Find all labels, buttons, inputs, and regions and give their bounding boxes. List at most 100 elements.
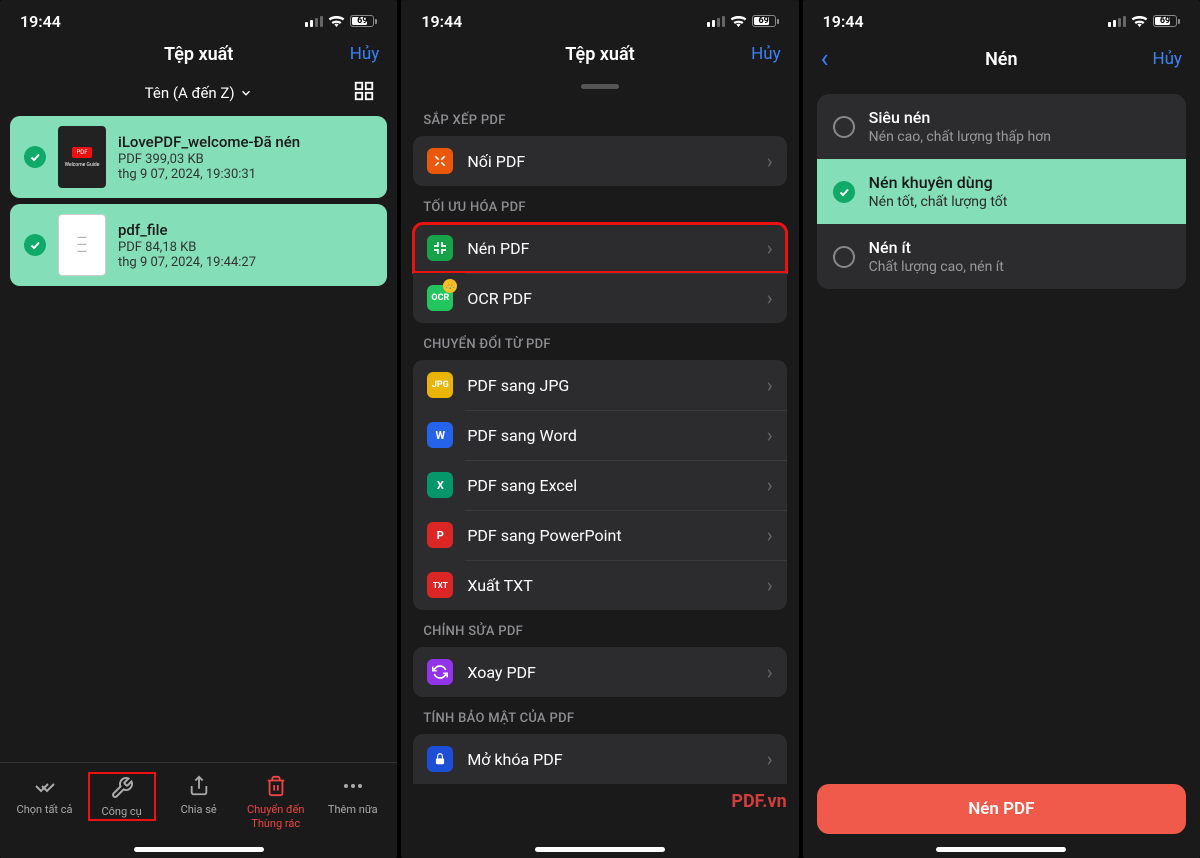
chevron-right-icon: › [767,286,773,310]
wrench-icon [110,775,134,801]
cancel-button[interactable]: Hủy [1152,49,1182,69]
share-button[interactable]: Chia sẻ [166,773,232,816]
section-header: SẮP XẾP PDF [401,99,798,136]
tool-pdf-to-excel[interactable]: X PDF sang Excel › [413,460,786,510]
tool-label: PDF sang Word [467,426,752,445]
file-date: thg 9 07, 2024, 19:44:27 [118,255,373,270]
tool-label: PDF sang PowerPoint [467,526,752,545]
chevron-right-icon: › [767,373,773,397]
status-bar: 19:44 69 [0,0,397,36]
txt-icon: TXT [427,572,453,598]
tool-unlock-pdf[interactable]: Mở khóa PDF › [413,734,786,784]
option-recommended-compress[interactable]: Nén khuyên dùng Nén tốt, chất lượng tốt [817,159,1186,224]
tool-label: PDF sang JPG [467,376,752,395]
tool-label: Nối PDF [467,152,752,171]
tool-label: Nén PDF [467,239,752,258]
section-header: TÍNH BẢO MẬT CỦA PDF [401,697,798,734]
toolbar-label: Chuyển đến [247,803,305,816]
trash-button[interactable]: Chuyển đến Thùng rác [243,773,309,830]
share-icon [188,773,210,799]
cancel-button[interactable]: Hủy [751,44,781,64]
battery-icon: 69 [1153,15,1180,27]
home-indicator[interactable] [936,847,1066,852]
chevron-down-icon [239,86,253,100]
toolbar-label: Chọn tất cả [17,803,73,816]
drag-handle[interactable] [581,84,619,89]
option-title: Siêu nén [869,108,1051,127]
file-thumbnail: PDFWelcome Guide [58,126,106,188]
option-low-compress[interactable]: Nén ít Chất lượng cao, nén ít [817,224,1186,289]
ocr-icon: OCR👑 [427,285,453,311]
tools-scroll[interactable]: SẮP XẾP PDF Nối PDF › TỐI ƯU HÓA PDF Nén… [401,99,798,858]
home-indicator[interactable] [535,847,665,852]
tool-export-txt[interactable]: TXT Xuất TXT › [413,560,786,610]
grid-view-button[interactable] [353,80,375,106]
file-thumbnail: ━━━━━━━━━ [58,214,106,276]
option-subtitle: Nén cao, chất lượng thấp hơn [869,129,1051,145]
tool-merge-pdf[interactable]: Nối PDF › [413,136,786,186]
watermark: PDF.vn [731,791,786,812]
nav-bar: Tệp xuất Hủy [0,36,397,78]
lock-icon [427,746,453,772]
tool-ocr-pdf[interactable]: OCR👑 OCR PDF › [413,273,786,323]
tool-label: PDF sang Excel [467,476,752,495]
chevron-right-icon: › [767,573,773,597]
home-indicator[interactable] [134,847,264,852]
file-meta: PDF 84,18 KB [118,240,373,255]
more-icon [341,773,365,799]
tool-rotate-pdf[interactable]: Xoay PDF › [413,647,786,697]
page-title: Tệp xuất [565,44,634,65]
wifi-icon [328,15,345,28]
cancel-button[interactable]: Hủy [350,44,380,64]
chevron-right-icon: › [767,747,773,771]
file-meta: PDF 399,03 KB [118,152,373,167]
sort-dropdown[interactable]: Tên (A đến Z) [145,84,253,102]
battery-icon: 69 [350,15,377,27]
file-item[interactable]: ━━━━━━━━━ pdf_file PDF 84,18 KB thg 9 07… [10,204,387,286]
select-all-button[interactable]: Chọn tất cả [12,773,78,816]
file-list: PDFWelcome Guide iLovePDF_welcome-Đã nén… [0,108,397,294]
signal-icon [305,16,323,27]
option-extreme-compress[interactable]: Siêu nén Nén cao, chất lượng thấp hơn [817,94,1186,159]
status-time: 19:44 [421,12,462,31]
compress-action-button[interactable]: Nén PDF [817,784,1186,834]
file-name: pdf_file [118,221,373,239]
chevron-right-icon: › [767,149,773,173]
premium-badge-icon: 👑 [443,279,457,293]
tool-label: OCR PDF [467,289,752,308]
word-icon: W [427,422,453,448]
select-all-icon [33,773,57,799]
tool-compress-pdf[interactable]: Nén PDF › [413,223,786,273]
rotate-icon [427,659,453,685]
file-name: iLovePDF_welcome-Đã nén [118,133,373,151]
toolbar-label: Công cụ [101,805,141,818]
chevron-right-icon: › [767,236,773,260]
check-icon [24,146,46,168]
wifi-icon [1131,15,1148,28]
sort-bar: Tên (A đến Z) [0,78,397,108]
file-date: thg 9 07, 2024, 19:30:31 [118,167,373,182]
wifi-icon [730,15,747,28]
option-title: Nén ít [869,238,1004,257]
compression-options: Siêu nén Nén cao, chất lượng thấp hơn Né… [803,94,1200,289]
back-button[interactable]: ‹ [821,44,829,74]
tool-pdf-to-word[interactable]: W PDF sang Word › [413,410,786,460]
chevron-right-icon: › [767,423,773,447]
signal-icon [1108,16,1126,27]
tools-button[interactable]: Công cụ [89,773,155,820]
check-icon [24,234,46,256]
compress-icon [427,235,453,261]
status-bar: 19:44 69 [401,0,798,36]
ppt-icon: P [427,522,453,548]
screen-compress-options: 19:44 69 ‹ Nén Hủy Siêu nén Nén cao, chấ… [803,0,1200,858]
radio-icon [833,246,855,268]
jpg-icon: JPG [427,372,453,398]
file-item[interactable]: PDFWelcome Guide iLovePDF_welcome-Đã nén… [10,116,387,198]
nav-bar: Tệp xuất Hủy [401,36,798,78]
toolbar-label: Chia sẻ [181,803,217,816]
page-title: Tệp xuất [164,44,233,65]
tool-pdf-to-ppt[interactable]: P PDF sang PowerPoint › [413,510,786,560]
tool-pdf-to-jpg[interactable]: JPG PDF sang JPG › [413,360,786,410]
tool-label: Xuất TXT [467,576,752,595]
more-button[interactable]: Thêm nữa [320,773,386,816]
